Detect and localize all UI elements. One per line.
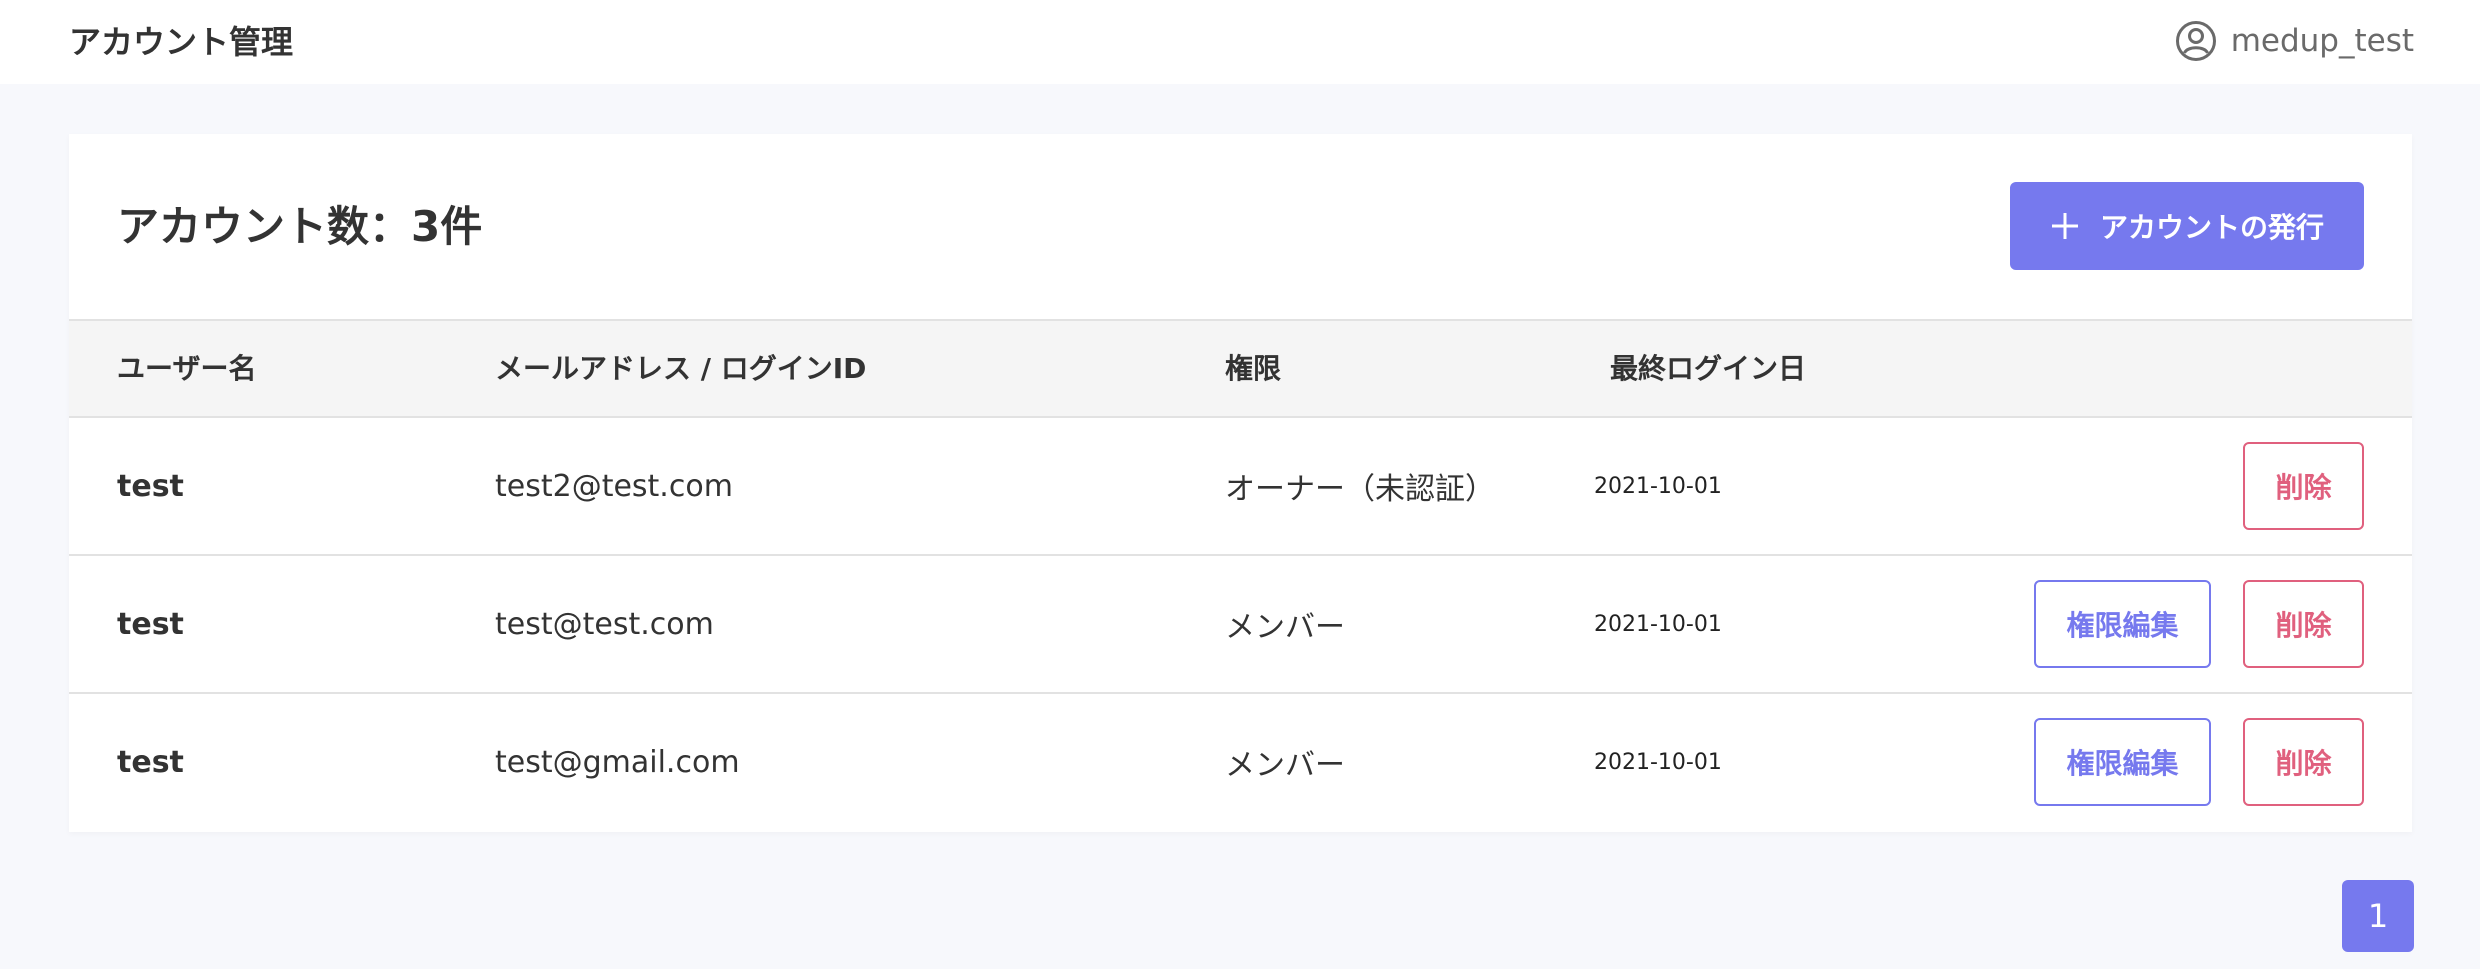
user-name-cell: test: [117, 744, 184, 780]
row-actions: 削除: [2243, 442, 2364, 530]
table-row: test test2@test.com オーナー（未認証） 2021-10-01…: [69, 418, 2412, 556]
column-header-user: ユーザー名: [117, 352, 257, 385]
last-login-cell: 2021-10-01: [1594, 611, 1722, 637]
user-name-cell: test: [117, 468, 184, 504]
user-circle-icon: [2175, 20, 2217, 62]
user-name-cell: test: [117, 606, 184, 642]
account-count-title: アカウント数：3件: [117, 202, 483, 251]
plus-icon: [2050, 211, 2080, 241]
top-bar: アカウント管理 medup_test: [0, 0, 2480, 84]
table-row: test test@gmail.com メンバー 2021-10-01 権限編集…: [69, 694, 2412, 832]
column-header-email: メールアドレス / ログインID: [495, 352, 867, 385]
role-cell: メンバー: [1225, 610, 1345, 645]
table-row: test test@test.com メンバー 2021-10-01 権限編集 …: [69, 556, 2412, 694]
delete-button[interactable]: 削除: [2243, 718, 2364, 806]
edit-permission-button[interactable]: 権限編集: [2034, 580, 2211, 668]
last-login-cell: 2021-10-01: [1594, 473, 1722, 499]
role-cell: オーナー（未認証）: [1225, 472, 1495, 507]
role-cell: メンバー: [1225, 748, 1345, 783]
column-header-last-login: 最終ログイン日: [1610, 352, 1807, 385]
column-header-role: 権限: [1225, 352, 1282, 385]
card-header: アカウント数：3件 アカウントの発行: [69, 134, 2412, 319]
user-name: medup_test: [2230, 23, 2414, 59]
email-cell: test@test.com: [495, 606, 714, 642]
issue-account-label: アカウントの発行: [2099, 211, 2324, 244]
accounts-card: アカウント数：3件 アカウントの発行 ユーザー名 メールアドレス / ログインI…: [69, 134, 2412, 832]
edit-permission-button[interactable]: 権限編集: [2034, 718, 2211, 806]
delete-button[interactable]: 削除: [2243, 442, 2364, 530]
last-login-cell: 2021-10-01: [1594, 749, 1722, 775]
table-header: ユーザー名 メールアドレス / ログインID 権限 最終ログイン日: [69, 319, 2412, 418]
delete-button[interactable]: 削除: [2243, 580, 2364, 668]
user-menu[interactable]: medup_test: [2175, 18, 2414, 64]
issue-account-button[interactable]: アカウントの発行: [2010, 182, 2364, 270]
row-actions: 権限編集 削除: [2034, 718, 2364, 806]
page-title: アカウント管理: [69, 23, 294, 61]
email-cell: test@gmail.com: [495, 744, 740, 780]
pagination-page-button[interactable]: 1: [2342, 880, 2414, 952]
email-cell: test2@test.com: [495, 468, 733, 504]
row-actions: 権限編集 削除: [2034, 580, 2364, 668]
